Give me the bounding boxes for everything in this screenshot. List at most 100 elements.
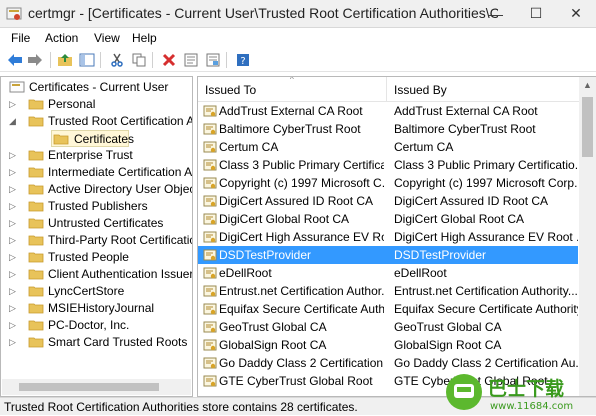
certificate-icon xyxy=(203,249,217,261)
issued-to-cell: DSDTestProvider xyxy=(219,248,312,262)
issued-by-cell: Go Daddy Class 2 Certification Au... xyxy=(394,356,578,370)
expand-arrow-icon[interactable]: ▷ xyxy=(9,336,17,348)
tree-horizontal-scrollbar[interactable] xyxy=(2,379,191,395)
expand-arrow-icon[interactable]: ▷ xyxy=(9,149,17,161)
certificate-row[interactable]: Baltimore CyberTrust Root Baltimore Cyber… xyxy=(198,120,578,138)
certificate-icon xyxy=(203,195,217,207)
minimize-button[interactable]: — xyxy=(476,0,516,27)
certificate-row[interactable]: Go Daddy Class 2 Certification ... Go Dad… xyxy=(198,354,578,372)
certificate-row[interactable]: AddTrust External CA Root AddTrust Extern… xyxy=(198,102,578,120)
expand-arrow-icon[interactable]: ▷ xyxy=(9,166,17,178)
certificate-row[interactable]: DigiCert High Assurance EV Ro... DigiCert… xyxy=(198,228,578,246)
issued-by-cell: DigiCert High Assurance EV Root ... xyxy=(394,230,578,244)
folder-icon xyxy=(28,286,44,297)
scrollbar-thumb[interactable] xyxy=(582,97,593,157)
issued-to-cell: DigiCert Global Root CA xyxy=(219,212,350,226)
folder-icon xyxy=(28,337,44,348)
certificate-icon xyxy=(203,231,217,243)
issued-by-cell: Baltimore CyberTrust Root xyxy=(394,122,536,136)
certificate-row[interactable]: DigiCert Global Root CA DigiCert Global R… xyxy=(198,210,578,228)
issued-by-cell: AddTrust External CA Root xyxy=(394,104,538,118)
certificate-row[interactable]: Class 3 Public Primary Certificat... Clas… xyxy=(198,156,578,174)
tree-item[interactable]: Certificates xyxy=(51,130,134,147)
expand-arrow-icon[interactable]: ▷ xyxy=(9,285,17,297)
menu-file[interactable]: File xyxy=(11,31,30,45)
certificate-row[interactable]: DSDTestProvider DSDTestProvider xyxy=(198,246,578,264)
certificate-row[interactable]: GlobalSign Root CA GlobalSign Root CA xyxy=(198,336,578,354)
watermark-url: www.11684.com xyxy=(490,401,573,412)
certificate-icon xyxy=(203,105,217,117)
export-list-icon[interactable] xyxy=(204,51,222,69)
maximize-button[interactable]: ☐ xyxy=(516,0,556,27)
menu-action[interactable]: Action xyxy=(45,31,78,45)
issued-to-cell: Entrust.net Certification Author... xyxy=(219,284,384,298)
toolbar-separator xyxy=(100,52,101,68)
certificate-icon xyxy=(203,321,217,333)
certificate-row[interactable]: DigiCert Assured ID Root CA DigiCert Assu… xyxy=(198,192,578,210)
issued-by-cell: DSDTestProvider xyxy=(394,248,487,262)
folder-icon xyxy=(28,167,44,178)
issued-to-cell: Class 3 Public Primary Certificat... xyxy=(219,158,384,172)
tree-item-label: Active Directory User Object xyxy=(48,182,193,196)
back-icon[interactable] xyxy=(6,51,24,69)
issued-to-cell: DigiCert Assured ID Root CA xyxy=(219,194,374,208)
tree-item-label: Certificates xyxy=(74,132,135,146)
copy-icon[interactable] xyxy=(130,51,148,69)
issued-to-cell: eDellRoot xyxy=(219,266,272,280)
issued-to-cell: GTE CyberTrust Global Root xyxy=(219,374,373,388)
certificate-icon xyxy=(203,159,217,171)
certificate-row[interactable]: GeoTrust Global CA GeoTrust Global CA xyxy=(198,318,578,336)
menu-view[interactable]: View xyxy=(94,31,120,45)
issued-to-cell: Baltimore CyberTrust Root xyxy=(219,122,361,136)
expand-arrow-icon[interactable]: ▷ xyxy=(9,183,17,195)
certificate-icon xyxy=(203,285,217,297)
certificate-row[interactable]: Copyright (c) 1997 Microsoft C... Copyrig… xyxy=(198,174,578,192)
scrollbar-thumb[interactable] xyxy=(19,383,159,391)
tree-item-label: MSIEHistoryJournal xyxy=(48,301,155,315)
expand-arrow-icon[interactable]: ▷ xyxy=(9,217,17,229)
expand-arrow-icon[interactable]: ▷ xyxy=(9,319,17,331)
collapse-arrow-icon[interactable]: ◢ xyxy=(9,115,17,127)
folder-icon xyxy=(28,269,44,280)
delete-icon[interactable] xyxy=(160,51,178,69)
column-divider[interactable] xyxy=(386,77,387,101)
list-vertical-scrollbar[interactable]: ▲ xyxy=(579,77,596,396)
scroll-up-icon[interactable]: ▲ xyxy=(579,77,596,94)
toolbar-separator xyxy=(152,52,153,68)
issued-by-cell: eDellRoot xyxy=(394,266,447,280)
expand-arrow-icon[interactable]: ▷ xyxy=(9,268,17,280)
up-folder-icon[interactable] xyxy=(56,51,74,69)
certificate-row[interactable]: Entrust.net Certification Author... Entru… xyxy=(198,282,578,300)
column-issued-to[interactable]: Issued To xyxy=(205,83,256,97)
cut-icon[interactable] xyxy=(108,51,126,69)
certificate-list[interactable]: Issued To ^ Issued By AddTrust External … xyxy=(197,76,596,397)
certificate-row[interactable]: eDellRoot eDellRoot xyxy=(198,264,578,282)
certificate-store-icon xyxy=(9,81,25,93)
close-button[interactable]: ✕ xyxy=(556,0,596,27)
certificate-row[interactable]: Certum CA Certum CA xyxy=(198,138,578,156)
properties-icon[interactable] xyxy=(182,51,200,69)
folder-icon xyxy=(28,320,44,331)
tree-item-label: Third-Party Root Certification xyxy=(48,233,193,247)
expand-arrow-icon[interactable]: ▷ xyxy=(9,200,17,212)
folder-icon xyxy=(28,201,44,212)
expand-arrow-icon[interactable]: ▷ xyxy=(9,234,17,246)
forward-icon[interactable] xyxy=(26,51,44,69)
sort-ascending-icon: ^ xyxy=(290,76,294,84)
certificate-icon xyxy=(203,267,217,279)
expand-arrow-icon[interactable]: ▷ xyxy=(9,302,17,314)
menu-help[interactable]: Help xyxy=(132,31,157,45)
svg-text:?: ? xyxy=(240,56,245,67)
issued-to-cell: GlobalSign Root CA xyxy=(219,338,327,352)
expand-arrow-icon[interactable]: ▷ xyxy=(9,251,17,263)
certificate-icon xyxy=(203,303,217,315)
certificate-icon xyxy=(203,339,217,351)
help-icon[interactable]: ? xyxy=(234,51,252,69)
expand-arrow-icon[interactable]: ▷ xyxy=(9,98,17,110)
column-issued-by[interactable]: Issued By xyxy=(394,83,447,97)
menu-bar: File Action View Help xyxy=(0,28,596,48)
certificate-row[interactable]: Equifax Secure Certificate Auth... Equifa… xyxy=(198,300,578,318)
issued-to-cell: Certum CA xyxy=(219,140,279,154)
show-hide-console-tree-icon[interactable] xyxy=(78,51,96,69)
console-tree[interactable]: Certificates - Current User ▷ Personal ◢ Tr… xyxy=(0,76,193,397)
